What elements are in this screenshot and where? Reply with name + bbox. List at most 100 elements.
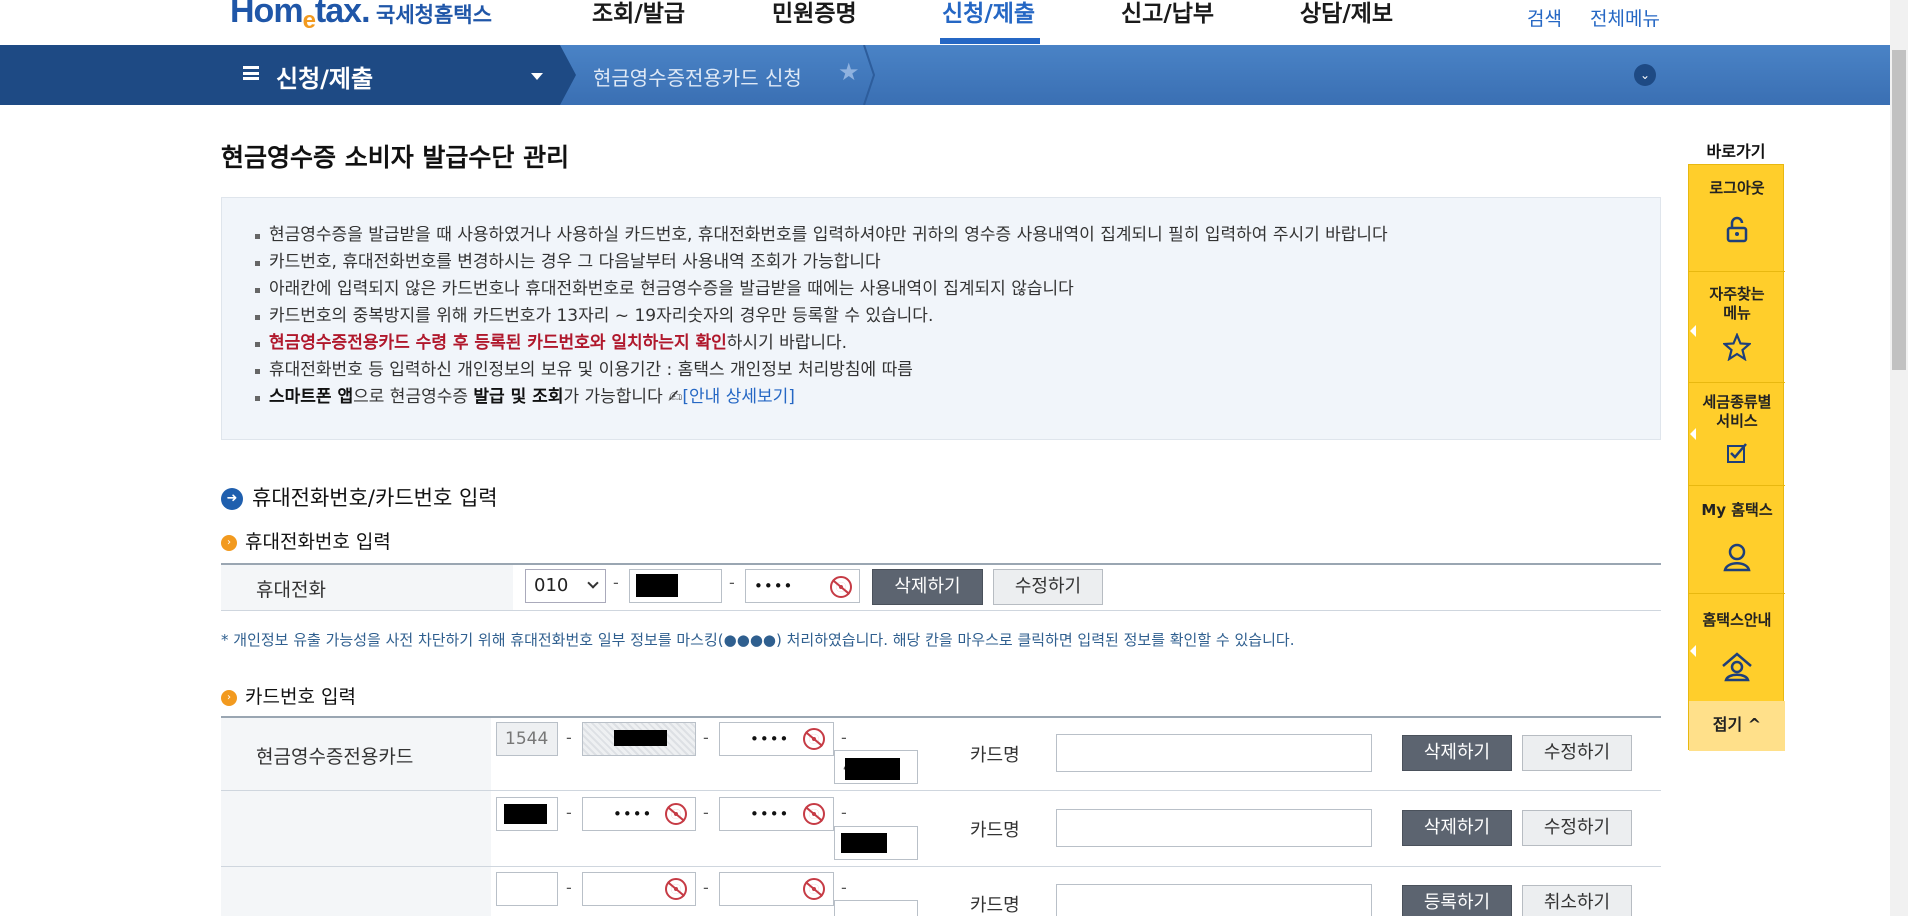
- card-edit-button[interactable]: 수정하기: [1522, 810, 1632, 846]
- card-number-input[interactable]: [834, 900, 918, 916]
- card-heading: › 카드번호 입력: [221, 682, 356, 709]
- quick-hometax-guide[interactable]: 홈택스안내: [1689, 611, 1785, 630]
- chevron-down-icon: [587, 577, 599, 589]
- eye-hidden-icon[interactable]: [803, 803, 825, 825]
- active-nav-indicator: [940, 38, 1040, 44]
- star-icon[interactable]: [1723, 333, 1751, 361]
- masked-value: [504, 804, 547, 824]
- dash: -: [729, 573, 735, 592]
- quick-favorites[interactable]: 자주찾는 메뉴: [1689, 285, 1785, 323]
- eye-hidden-icon[interactable]: [665, 803, 687, 825]
- caret-down-icon[interactable]: [531, 73, 543, 80]
- eye-hidden-icon[interactable]: [803, 878, 825, 900]
- all-menu-link[interactable]: 전체메뉴: [1590, 4, 1660, 31]
- page: Hometax. 국세청홈택스 조회/발급 민원증명 신청/제출 신고/납부 상…: [0, 0, 1908, 916]
- page-title: 현금영수증 소비자 발급수단 관리: [221, 143, 570, 172]
- card-name-label: 카드명: [970, 895, 1020, 916]
- masking-note: * 개인정보 유출 가능성을 사전 차단하기 위해 휴대전화번호 일부 정보를 …: [221, 631, 1295, 649]
- masked-value: [841, 833, 887, 853]
- quick-logout[interactable]: 로그아웃: [1689, 179, 1785, 198]
- notice-item: 카드번호, 휴대전화번호를 변경하시는 경우 그 다음날부터 사용내역 조회가 …: [252, 250, 1388, 277]
- eye-hidden-icon[interactable]: [830, 576, 852, 598]
- phone-prefix-select[interactable]: 010: [525, 569, 606, 603]
- checkbox-icon[interactable]: [1726, 442, 1748, 464]
- phone-heading: › 휴대전화번호 입력: [221, 527, 391, 554]
- card-number-input[interactable]: [496, 872, 558, 906]
- notice-box: 현금영수증을 발급받을 때 사용하였거나 사용하실 카드번호, 휴대전화번호를 …: [221, 197, 1661, 440]
- quick-menu: 로그아웃 자주찾는 메뉴 세금종류별 서비스 My 홈택스 홈택스안내 접기 ^: [1688, 164, 1785, 751]
- table-border: [221, 866, 1661, 867]
- quick-marker: [1690, 325, 1696, 337]
- breadcrumb-arrow: [560, 45, 576, 105]
- section-title: ➜ 휴대전화번호/카드번호 입력: [221, 482, 498, 512]
- table-border: [221, 610, 1661, 611]
- nav-inquiry[interactable]: 조회/발급: [592, 0, 685, 28]
- dash: -: [841, 878, 847, 897]
- notice-item: 스마트폰 앱으로 현금영수증 발급 및 조회가 가능합니다 ✍[안내 상세보기]: [252, 385, 1388, 412]
- scrollbar-thumb[interactable]: [1892, 50, 1906, 370]
- dash: -: [703, 803, 709, 822]
- quick-divider: [1689, 485, 1785, 486]
- card-number-input[interactable]: 1544: [496, 722, 558, 756]
- dash: -: [703, 728, 709, 747]
- dash: -: [841, 728, 847, 747]
- card-delete-button[interactable]: 삭제하기: [1402, 735, 1512, 771]
- masked-value: [614, 730, 667, 746]
- star-icon[interactable]: ★: [838, 58, 860, 86]
- table-border: [221, 790, 1661, 791]
- hamburger-icon[interactable]: [243, 66, 259, 80]
- phone-delete-button[interactable]: 삭제하기: [872, 569, 983, 605]
- notice-item: 현금영수증을 발급받을 때 사용하였거나 사용하실 카드번호, 휴대전화번호를 …: [252, 223, 1388, 250]
- notice-item: 카드번호의 중복방지를 위해 카드번호가 13자리 ~ 19자리숫자의 경우만 …: [252, 304, 1388, 331]
- quick-divider: [1689, 271, 1785, 272]
- quick-menu-title: 바로가기: [1706, 142, 1766, 161]
- notice-item: 현금영수증전용카드 수령 후 등록된 카드번호와 일치하는지 확인하시기 바랍니…: [252, 331, 1388, 358]
- menu-title[interactable]: 신청/제출: [276, 59, 373, 94]
- breadcrumb-separator-icon: [863, 45, 876, 105]
- eye-hidden-icon[interactable]: [665, 878, 687, 900]
- user-icon[interactable]: [1721, 541, 1753, 573]
- guide-icon[interactable]: [1720, 650, 1754, 682]
- chevron-right-icon: ›: [221, 689, 237, 706]
- logo-subtitle: 국세청홈택스: [376, 3, 492, 27]
- nav-certificate[interactable]: 민원증명: [772, 0, 857, 28]
- quick-fold-button[interactable]: 접기 ^: [1689, 701, 1785, 751]
- phone-label: 휴대전화: [256, 579, 326, 601]
- dash: -: [566, 728, 572, 747]
- quick-divider: [1689, 593, 1785, 594]
- dash: -: [703, 878, 709, 897]
- quick-marker: [1690, 645, 1696, 657]
- phone-edit-button[interactable]: 수정하기: [993, 569, 1103, 605]
- card-name-label: 카드명: [970, 745, 1020, 766]
- chevron-down-icon[interactable]: ⌄: [1634, 64, 1656, 86]
- notice-item: 휴대전화번호 등 입력하신 개인정보의 보유 및 이용기간 : 홈택스 개인정보…: [252, 358, 1388, 385]
- quick-marker: [1690, 428, 1696, 440]
- quick-my-hometax[interactable]: My 홈택스: [1689, 501, 1785, 520]
- masked-value: [845, 758, 900, 780]
- notice-warning: 현금영수증전용카드 수령 후 등록된 카드번호와 일치하는지 확인: [269, 333, 727, 353]
- nav-consult[interactable]: 상담/제보: [1300, 0, 1393, 28]
- chevron-right-icon: ›: [221, 534, 237, 551]
- card-name-label: 카드명: [970, 820, 1020, 841]
- card-name-input[interactable]: [1056, 809, 1372, 847]
- card-name-input[interactable]: [1056, 734, 1372, 772]
- card-delete-button[interactable]: 삭제하기: [1402, 810, 1512, 846]
- guide-detail-link[interactable]: [안내 상세보기]: [682, 387, 795, 407]
- card-name-input[interactable]: [1056, 884, 1372, 916]
- dash: -: [841, 803, 847, 822]
- dash: -: [566, 878, 572, 897]
- dash: -: [613, 573, 619, 592]
- nav-application[interactable]: 신청/제출: [942, 0, 1035, 28]
- card-register-button[interactable]: 등록하기: [1402, 885, 1512, 916]
- nav-filing[interactable]: 신고/납부: [1121, 0, 1214, 28]
- notice-item: 아래칸에 입력되지 않은 카드번호나 휴대전화번호로 현금영수증을 발급받을 때…: [252, 277, 1388, 304]
- unlock-icon[interactable]: [1723, 215, 1751, 243]
- quick-divider: [1689, 382, 1785, 383]
- card-edit-button[interactable]: 수정하기: [1522, 735, 1632, 771]
- search-link[interactable]: 검색: [1527, 4, 1562, 31]
- hometax-logo[interactable]: Hometax.: [230, 0, 371, 34]
- breadcrumb-current[interactable]: 현금영수증전용카드 신청: [593, 62, 802, 91]
- eye-hidden-icon[interactable]: [803, 728, 825, 750]
- card-cancel-button[interactable]: 취소하기: [1522, 885, 1632, 916]
- quick-tax-services[interactable]: 세금종류별 서비스: [1689, 393, 1785, 431]
